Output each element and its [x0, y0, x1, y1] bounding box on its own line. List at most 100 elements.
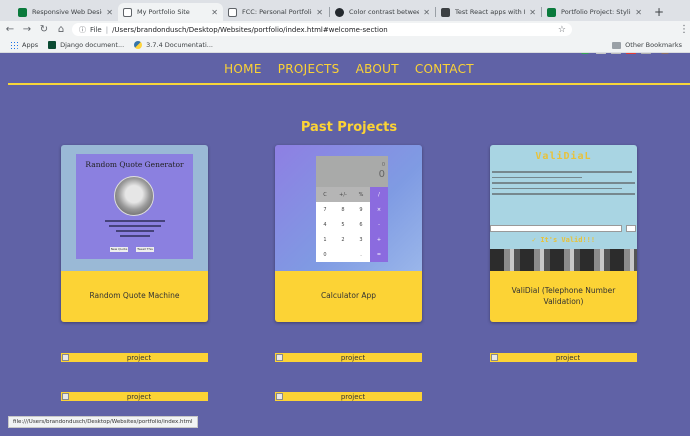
project-thumbnail: Random Quote Generator New Quote Tweet T…	[61, 145, 208, 271]
python-icon	[134, 41, 143, 49]
broken-image-icon	[276, 393, 283, 400]
new-quote-thumb-button: New Quote	[110, 247, 128, 252]
globe-icon	[123, 7, 132, 17]
broken-image-icon	[62, 393, 69, 400]
project-card-quote-machine[interactable]: Random Quote Generator New Quote Tweet T…	[61, 145, 208, 322]
nav-contact[interactable]: CONTACT	[415, 62, 474, 76]
reload-icon[interactable]: ↻	[37, 24, 51, 35]
address-separator: |	[105, 25, 109, 34]
project-image-broken[interactable]: project	[61, 353, 208, 362]
django-icon	[48, 41, 57, 49]
validial-thumb-title: ValiDiaL	[535, 151, 592, 162]
quote-thumb-box: Random Quote Generator New Quote Tweet T…	[76, 154, 193, 259]
close-icon[interactable]: ✕	[635, 8, 642, 17]
address-bar[interactable]: ⓘ File | /Users/brandondusch/Desktop/Web…	[72, 23, 572, 36]
calc-key: 9	[359, 206, 363, 213]
back-arrow-icon[interactable]: ←	[3, 24, 17, 35]
site-navbar: HOME PROJECTS ABOUT CONTACT	[8, 54, 690, 85]
menu-dots-icon[interactable]: ⋮	[677, 24, 690, 35]
calc-key: /	[370, 187, 388, 202]
validial-thumb-text	[492, 171, 635, 199]
new-tab-button[interactable]: +	[651, 4, 667, 20]
project-image-broken[interactable]: project	[61, 392, 208, 401]
calc-key: 6	[359, 221, 363, 228]
project-image-broken[interactable]: project	[275, 392, 422, 401]
codepen-favicon-icon	[228, 7, 237, 17]
rotary-phones-image	[490, 249, 637, 271]
tab-label: My Portfolio Site	[137, 8, 190, 16]
calc-key: 4	[323, 221, 327, 228]
browser-toolbar: ← → ↻ ⌂ ⓘ File | /Users/brandondusch/Des…	[0, 21, 690, 55]
calculator-display-top: 0	[381, 162, 385, 168]
close-icon[interactable]: ✕	[211, 8, 218, 17]
tab-test-react-apps[interactable]: Test React apps with React ✕	[436, 3, 541, 21]
image-alt-text: project	[126, 353, 152, 362]
project-image-broken[interactable]: project	[275, 353, 422, 362]
folder-icon	[612, 41, 622, 49]
nav-projects[interactable]: PROJECTS	[278, 62, 340, 76]
tab-portfolio-project-styling[interactable]: Portfolio Project: Styling the ✕	[542, 3, 647, 21]
image-alt-text: project	[555, 353, 581, 362]
calc-key: %	[352, 187, 370, 202]
quote-thumb-title: Random Quote Generator	[85, 160, 184, 169]
freecodecamp-favicon-icon	[18, 7, 27, 17]
info-icon[interactable]: ⓘ	[79, 25, 86, 35]
quote-text-lines	[102, 220, 167, 240]
calc-key: ×	[370, 202, 388, 217]
tab-fcc-personal-portfolio[interactable]: FCC: Personal Portfolio ✕	[223, 3, 328, 21]
calc-key: 2	[341, 236, 345, 243]
broken-image-icon	[276, 354, 283, 361]
other-bookmarks[interactable]: Other Bookmarks	[612, 41, 682, 49]
calculator-display: 0 0	[316, 156, 388, 187]
project-card-calculator[interactable]: 0 0 C +/- % / 7 8 9 × 4 5 6 - 1 2 3 + 0	[275, 145, 422, 322]
bookmark-label: 3.7.4 Documentati...	[146, 41, 213, 49]
home-icon[interactable]: ⌂	[54, 24, 68, 35]
bookmark-django[interactable]: Django document...	[48, 41, 124, 49]
github-icon	[335, 7, 344, 17]
image-alt-text: project	[340, 353, 366, 362]
bookmark-label: Django document...	[60, 41, 125, 49]
calc-key: .	[360, 251, 362, 258]
project-image-broken[interactable]: project	[490, 353, 637, 362]
freecodecamp-favicon-icon	[547, 7, 556, 17]
tab-strip: Responsive Web Design Pro ✕ My Portfolio…	[0, 0, 690, 21]
project-card-validial[interactable]: ValiDiaL ✓ It's Valid!!! ValiDial (Telep…	[490, 145, 637, 322]
tab-color-contrast[interactable]: Color contrast between cod ✕	[330, 3, 435, 21]
close-icon[interactable]: ✕	[529, 8, 536, 17]
calc-key: =	[370, 247, 388, 262]
address-url: /Users/brandondusch/Desktop/Websites/por…	[112, 25, 388, 34]
project-caption: Calculator App	[275, 271, 422, 322]
close-icon[interactable]: ✕	[106, 8, 113, 17]
bookmark-python-docs[interactable]: 3.7.4 Documentati...	[134, 41, 213, 49]
project-thumbnail: 0 0 C +/- % / 7 8 9 × 4 5 6 - 1 2 3 + 0	[275, 145, 422, 271]
bookmark-label: Other Bookmarks	[625, 41, 682, 49]
calculator-keys: C +/- % / 7 8 9 × 4 5 6 - 1 2 3 + 0 . =	[316, 187, 388, 262]
tab-responsive-web-design[interactable]: Responsive Web Design Pro ✕	[13, 3, 118, 21]
calc-key: 0	[323, 251, 327, 258]
bookmark-star-icon[interactable]: ☆	[558, 25, 566, 35]
nav-home[interactable]: HOME	[224, 62, 262, 76]
author-photo	[114, 176, 154, 216]
close-icon[interactable]: ✕	[423, 8, 430, 17]
tab-label: Responsive Web Design Pro	[32, 8, 102, 16]
calc-key: -	[370, 217, 388, 232]
broken-image-icon	[62, 354, 69, 361]
tab-label: FCC: Personal Portfolio	[242, 8, 313, 16]
calc-key: 5	[341, 221, 345, 228]
validial-thumb-button	[626, 225, 636, 232]
tab-label: Test React apps with React	[455, 8, 525, 16]
forward-arrow-icon[interactable]: →	[20, 24, 34, 35]
tab-my-portfolio-site[interactable]: My Portfolio Site ✕	[118, 3, 223, 21]
nav-about[interactable]: ABOUT	[356, 62, 399, 76]
calculator-display-value: 0	[378, 169, 385, 180]
image-alt-text: project	[340, 392, 366, 401]
bookmark-apps[interactable]: Apps	[10, 41, 38, 49]
page-favicon-icon	[441, 7, 450, 17]
close-icon[interactable]: ✕	[316, 8, 323, 17]
broken-image-icon	[491, 354, 498, 361]
apps-grid-icon	[10, 41, 18, 49]
tweet-thumb-button: Tweet This	[136, 247, 154, 252]
calc-key: C	[316, 187, 334, 202]
calc-key	[334, 247, 352, 262]
project-caption: Random Quote Machine	[61, 271, 208, 322]
